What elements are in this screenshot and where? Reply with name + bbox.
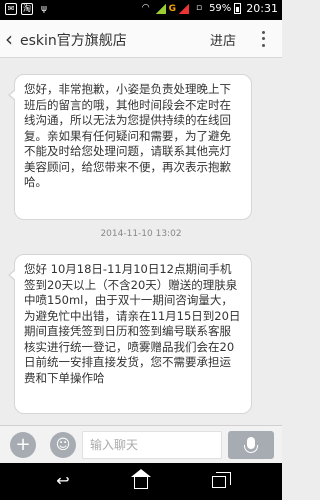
navigation-bar: ↩ — [0, 463, 282, 500]
input-bar: + ☺ 输入聊天 — [0, 425, 282, 463]
taobao-notification-icon: 淘 — [21, 3, 33, 15]
enter-store-button[interactable]: 进店 — [210, 30, 236, 49]
more-vertical-icon[interactable] — [258, 29, 268, 49]
emoji-icon[interactable]: ☺ — [50, 432, 76, 458]
page-title: eskin官方旗舰店 — [20, 33, 127, 49]
home-icon[interactable] — [126, 469, 156, 492]
clock: 20:31 — [246, 2, 278, 15]
message-timestamp: 2014-11-10 13:02 — [100, 229, 182, 239]
chat-area[interactable]: 您好，非常抱歉，小姿是负责处理晚上下班后的留言的哦，其他时间段会不定时在线沟通，… — [0, 58, 282, 425]
app-notification-icon: ✉ — [5, 3, 17, 15]
plus-icon[interactable]: + — [10, 432, 36, 458]
battery-percent: 59% — [209, 3, 232, 14]
wifi-icon: ◠ — [141, 3, 150, 13]
status-bar: ✉ 淘 ψ ◠ G ▫ 59% 20:31 — [0, 0, 282, 20]
chevron-left-icon[interactable]: ‹ — [5, 28, 19, 50]
signal-icon — [155, 3, 166, 14]
chat-header: ‹ eskin官方旗舰店 进店 — [0, 20, 282, 58]
network-badge: G — [168, 3, 177, 14]
back-icon[interactable]: ↩ — [48, 470, 78, 492]
microphone-stand — [244, 445, 258, 453]
system-indicators: ◠ G ▫ 59% 20:31 — [139, 2, 278, 15]
signal-icon-2 — [179, 3, 190, 14]
sim-icon: ▫ — [196, 3, 203, 13]
usb-icon: ψ — [41, 4, 47, 14]
recent-apps-icon[interactable] — [204, 470, 234, 492]
battery-icon — [234, 3, 242, 14]
chat-input[interactable]: 输入聊天 — [82, 431, 222, 459]
voice-button[interactable] — [228, 431, 274, 459]
notification-icons: ✉ 淘 ψ — [5, 3, 51, 16]
message-bubble: 您好，非常抱歉，小姿是负责处理晚上下班后的留言的哦，其他时间段会不定时在线沟通，… — [8, 74, 252, 220]
message-bubble: 您好 10月18日-11月10日12点期间手机签到20天以上（不含20天）赠送的… — [8, 254, 252, 414]
